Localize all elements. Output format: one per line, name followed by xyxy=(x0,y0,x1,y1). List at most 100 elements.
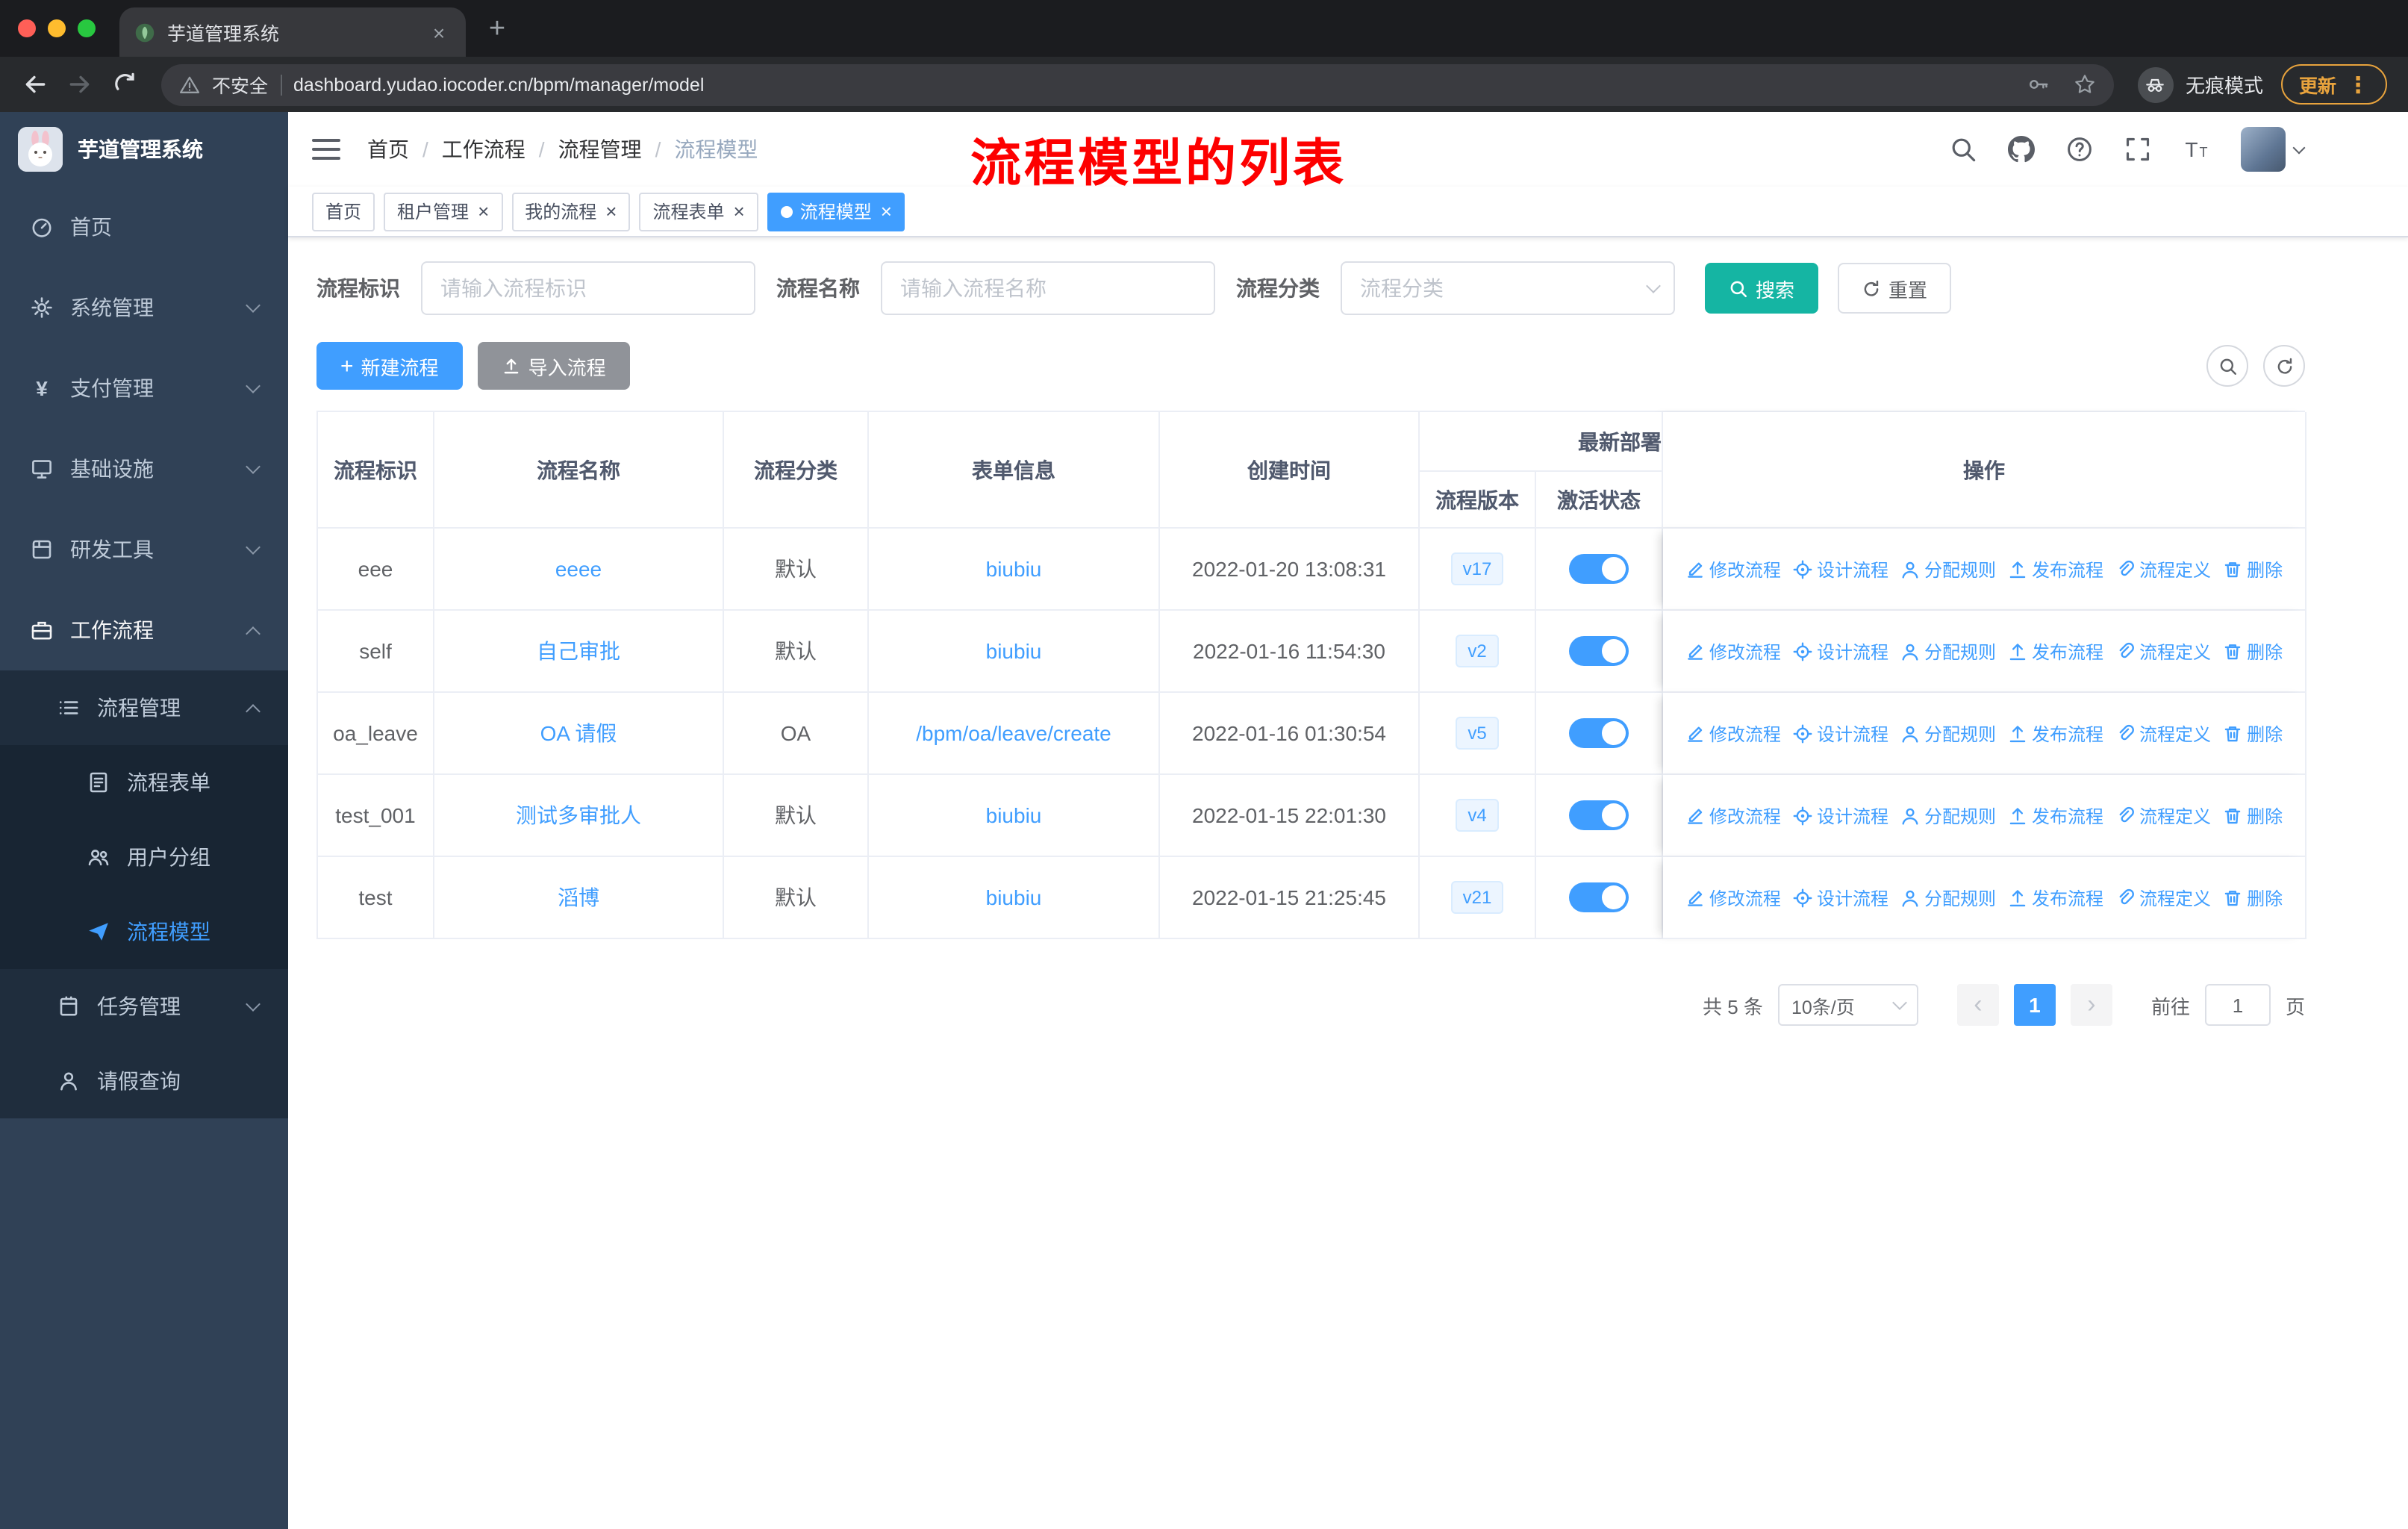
row-action-edit[interactable]: 修改流程 xyxy=(1685,885,1781,910)
address-bar[interactable]: 不安全 dashboard.yudao.iocoder.cn/bpm/manag… xyxy=(161,63,2114,105)
row-action-publish[interactable]: 发布流程 xyxy=(2008,720,2103,746)
refresh-table-button[interactable] xyxy=(2263,345,2305,387)
github-icon[interactable] xyxy=(2008,136,2035,163)
breadcrumb-workflow[interactable]: 工作流程 xyxy=(442,134,525,164)
form-info-link[interactable]: biubiu xyxy=(986,639,1042,663)
show-search-button[interactable] xyxy=(2206,345,2248,387)
search-button[interactable]: 搜索 xyxy=(1705,263,1819,314)
browser-menu-icon[interactable] xyxy=(2347,71,2369,98)
process-name-link[interactable]: 滔博 xyxy=(558,885,599,909)
sidebar-item-task-management[interactable]: 任务管理 xyxy=(0,969,288,1044)
close-icon[interactable] xyxy=(881,202,892,221)
goto-page-input[interactable] xyxy=(2204,984,2271,1026)
close-icon[interactable] xyxy=(605,202,617,221)
reset-button[interactable]: 重置 xyxy=(1838,263,1952,314)
row-action-assign[interactable]: 分配规则 xyxy=(1900,885,1996,910)
sidebar-item-payment[interactable]: ¥ 支付管理 xyxy=(0,348,288,429)
url-text[interactable]: dashboard.yudao.iocoder.cn/bpm/manager/m… xyxy=(293,74,2003,95)
sidebar-item-leave-query[interactable]: 请假查询 xyxy=(0,1044,288,1118)
row-action-design[interactable]: 设计流程 xyxy=(1793,556,1888,582)
process-category-select[interactable]: 流程分类 xyxy=(1341,261,1675,315)
font-size-icon[interactable]: TT xyxy=(2183,136,2209,163)
row-action-design[interactable]: 设计流程 xyxy=(1793,720,1888,746)
close-icon[interactable] xyxy=(734,202,745,221)
active-toggle[interactable] xyxy=(1569,882,1629,912)
row-action-definition[interactable]: 流程定义 xyxy=(2115,720,2211,746)
tag-tenant-management[interactable]: 租户管理 xyxy=(384,192,503,231)
sidebar-item-process-model[interactable]: 流程模型 xyxy=(0,894,288,969)
row-action-delete[interactable]: 删除 xyxy=(2223,803,2283,828)
row-action-assign[interactable]: 分配规则 xyxy=(1900,720,1996,746)
row-action-design[interactable]: 设计流程 xyxy=(1793,638,1888,664)
row-action-definition[interactable]: 流程定义 xyxy=(2115,803,2211,828)
search-icon[interactable] xyxy=(1950,136,1977,163)
tag-my-process[interactable]: 我的流程 xyxy=(511,192,631,231)
page-size-select[interactable]: 10条/页 xyxy=(1777,984,1918,1026)
security-warning-icon[interactable] xyxy=(179,74,200,95)
tag-process-form[interactable]: 流程表单 xyxy=(639,192,758,231)
breadcrumb-process-management[interactable]: 流程管理 xyxy=(558,134,642,164)
row-action-assign[interactable]: 分配规则 xyxy=(1900,638,1996,664)
sidebar-item-system[interactable]: 系统管理 xyxy=(0,267,288,348)
row-action-edit[interactable]: 修改流程 xyxy=(1685,638,1781,664)
process-name-link[interactable]: OA 请假 xyxy=(540,721,617,745)
browser-tab[interactable]: 芋道管理系统 xyxy=(119,7,466,57)
app-logo[interactable]: 芋道管理系统 xyxy=(0,112,288,187)
form-info-link[interactable]: biubiu xyxy=(986,885,1042,909)
breadcrumb-home[interactable]: 首页 xyxy=(367,134,409,164)
sidebar-item-process-management[interactable]: 流程管理 xyxy=(0,670,288,745)
sidebar-item-infrastructure[interactable]: 基础设施 xyxy=(0,429,288,509)
row-action-definition[interactable]: 流程定义 xyxy=(2115,638,2211,664)
row-action-publish[interactable]: 发布流程 xyxy=(2008,885,2103,910)
row-action-delete[interactable]: 删除 xyxy=(2223,720,2283,746)
back-button[interactable] xyxy=(12,62,57,107)
row-action-definition[interactable]: 流程定义 xyxy=(2115,556,2211,582)
user-menu[interactable] xyxy=(2241,127,2306,172)
row-action-delete[interactable]: 删除 xyxy=(2223,885,2283,910)
form-info-link[interactable]: biubiu xyxy=(986,803,1042,827)
row-action-design[interactable]: 设计流程 xyxy=(1793,885,1888,910)
process-name-link[interactable]: 测试多审批人 xyxy=(516,803,641,827)
minimize-window-button[interactable] xyxy=(48,19,66,37)
active-toggle[interactable] xyxy=(1569,800,1629,830)
new-tab-button[interactable] xyxy=(475,7,520,52)
row-action-assign[interactable]: 分配规则 xyxy=(1900,803,1996,828)
process-id-input[interactable] xyxy=(421,261,755,315)
sidebar-item-user-group[interactable]: 用户分组 xyxy=(0,820,288,894)
reload-button[interactable] xyxy=(102,62,146,107)
sidebar-item-home[interactable]: 首页 xyxy=(0,187,288,267)
form-info-link[interactable]: biubiu xyxy=(986,557,1042,581)
sidebar-toggle-icon[interactable] xyxy=(312,139,340,160)
row-action-definition[interactable]: 流程定义 xyxy=(2115,885,2211,910)
row-action-assign[interactable]: 分配规则 xyxy=(1900,556,1996,582)
row-action-edit[interactable]: 修改流程 xyxy=(1685,803,1781,828)
row-action-publish[interactable]: 发布流程 xyxy=(2008,556,2103,582)
page-1-button[interactable]: 1 xyxy=(2013,984,2056,1026)
prev-page-button[interactable] xyxy=(1956,984,1999,1026)
key-icon[interactable] xyxy=(2027,73,2050,96)
help-icon[interactable] xyxy=(2066,136,2093,163)
fullscreen-icon[interactable] xyxy=(2124,136,2151,163)
tab-close-icon[interactable] xyxy=(427,20,451,44)
sidebar-item-workflow[interactable]: 工作流程 xyxy=(0,590,288,670)
tag-process-model[interactable]: 流程模型 xyxy=(767,192,905,231)
process-name-input[interactable] xyxy=(881,261,1215,315)
active-toggle[interactable] xyxy=(1569,554,1629,584)
import-process-button[interactable]: 导入流程 xyxy=(477,342,630,390)
tag-home[interactable]: 首页 xyxy=(312,192,375,231)
row-action-delete[interactable]: 删除 xyxy=(2223,556,2283,582)
row-action-publish[interactable]: 发布流程 xyxy=(2008,803,2103,828)
row-action-delete[interactable]: 删除 xyxy=(2223,638,2283,664)
process-name-link[interactable]: eeee xyxy=(555,557,602,581)
close-icon[interactable] xyxy=(478,202,489,221)
sidebar-item-devtools[interactable]: 研发工具 xyxy=(0,509,288,590)
update-button[interactable]: 更新 xyxy=(2280,64,2387,105)
create-process-button[interactable]: 新建流程 xyxy=(316,342,463,390)
form-info-link[interactable]: /bpm/oa/leave/create xyxy=(916,721,1111,745)
zoom-window-button[interactable] xyxy=(78,19,96,37)
close-window-button[interactable] xyxy=(18,19,36,37)
active-toggle[interactable] xyxy=(1569,718,1629,748)
row-action-edit[interactable]: 修改流程 xyxy=(1685,556,1781,582)
process-name-link[interactable]: 自己审批 xyxy=(537,639,620,663)
sidebar-item-process-form[interactable]: 流程表单 xyxy=(0,745,288,820)
